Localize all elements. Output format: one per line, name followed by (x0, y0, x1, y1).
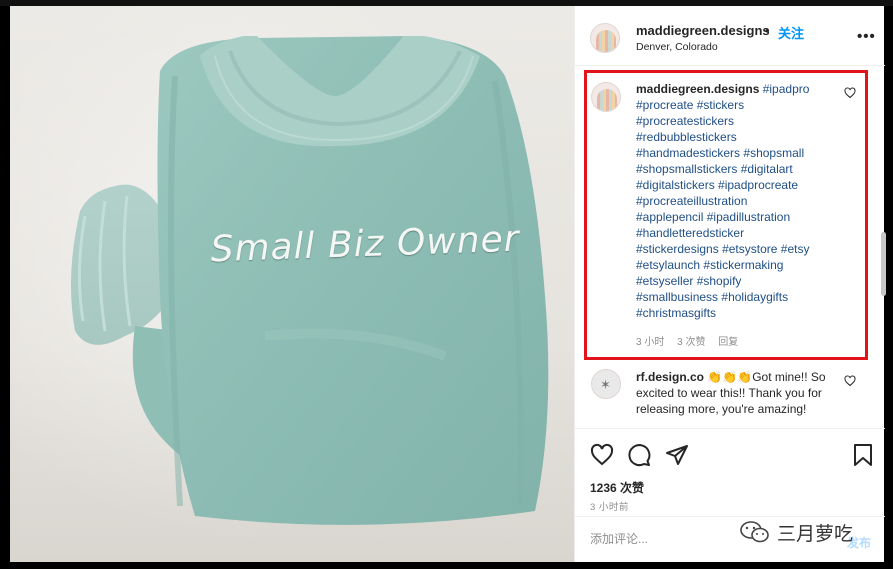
post-actions: 1236 次赞 3 小时前 (575, 428, 885, 513)
author-avatar[interactable] (590, 23, 620, 53)
separator-dot: • (765, 23, 770, 38)
rainbow-arch-icon (596, 30, 616, 52)
hashtag[interactable]: #shopify (697, 274, 742, 288)
hashtag[interactable]: #etsystore (722, 242, 777, 256)
hashtag[interactable]: #ipadillustration (707, 210, 790, 224)
comments-scrollbar[interactable] (881, 232, 886, 296)
clap-emoji-icon: 👏👏👏 (707, 370, 753, 384)
comment-bubble-icon[interactable] (627, 443, 651, 467)
caption-username[interactable]: maddiegreen.designs (636, 82, 759, 96)
rainbow-arch-icon (597, 89, 617, 111)
like-comment-heart-icon[interactable] (844, 375, 856, 387)
hashtag[interactable]: #procreatestickers (636, 114, 734, 128)
wechat-watermark: 三月萝吃 (737, 517, 887, 547)
commenter-avatar[interactable]: ✶ (591, 369, 621, 399)
hashtag[interactable]: #smallbusiness (636, 290, 718, 304)
watermark-text: 三月萝吃 (777, 523, 854, 545)
follow-button[interactable]: 关注 (778, 23, 804, 42)
hashtag[interactable]: #applepencil (636, 210, 703, 224)
hashtag[interactable]: #digitalstickers (636, 178, 715, 192)
post-image[interactable]: Small Biz Owner (10, 6, 574, 562)
hashtag[interactable]: #procreateillustration (636, 194, 747, 208)
caption-text: maddiegreen.designs #ipadpro #procreate … (636, 81, 836, 321)
hashtag[interactable]: #shopsmallstickers (636, 162, 737, 176)
caption-like-count[interactable]: 3 次赞 (677, 337, 705, 348)
hashtag[interactable]: #stickerdesigns (636, 242, 719, 256)
post-location[interactable]: Denver, Colorado (636, 41, 718, 53)
hashtag[interactable]: #digitalart (741, 162, 793, 176)
hashtag[interactable]: #procreate (636, 98, 693, 112)
hashtag[interactable]: #etsylaunch (636, 258, 700, 272)
caption-author-avatar[interactable] (591, 82, 621, 112)
hashtag[interactable]: #etsyseller (636, 274, 693, 288)
post-side-panel: maddiegreen.designs • 关注 Denver, Colorad… (574, 6, 885, 562)
logo-icon: ✶ (600, 377, 611, 392)
like-comment-heart-icon[interactable] (844, 87, 856, 99)
like-heart-icon[interactable] (590, 443, 614, 467)
hashtag[interactable]: #redbubblestickers (636, 130, 737, 144)
caption-time: 3 小时 (636, 337, 665, 348)
hashtag[interactable]: #ipadprocreate (718, 178, 798, 192)
hashtag[interactable]: #etsy (781, 242, 810, 256)
hashtag[interactable]: #handmadestickers (636, 146, 740, 160)
bookmark-icon[interactable] (852, 443, 874, 467)
hashtag[interactable]: #christmasgifts (636, 306, 716, 320)
hashtag[interactable]: #handletteredsticker (636, 226, 744, 240)
post-header: maddiegreen.designs • 关注 Denver, Colorad… (575, 6, 885, 66)
post-time-ago: 3 小时前 (590, 502, 629, 513)
hashtag[interactable]: #shopsmall (743, 146, 804, 160)
screenshot-frame: Small Biz Owner maddiegreen.designs • 关注… (0, 0, 893, 569)
caption-meta: 3 小时 3 次赞 回复 (636, 333, 748, 348)
hashtag[interactable]: #stickermaking (703, 258, 783, 272)
more-options-icon[interactable]: ••• (857, 28, 876, 45)
hashtag[interactable]: #holidaygifts (721, 290, 788, 304)
hashtag[interactable]: #stickers (697, 98, 744, 112)
share-send-icon[interactable] (665, 443, 689, 467)
reply-button[interactable]: 回复 (718, 337, 738, 348)
like-count[interactable]: 1236 次赞 (590, 479, 644, 496)
wechat-logo-icon (740, 521, 769, 543)
comment-text: rf.design.co 👏👏👏Got mine!! So excited to… (636, 369, 836, 429)
author-username[interactable]: maddiegreen.designs (636, 23, 770, 38)
hashtag[interactable]: #ipadpro (763, 82, 810, 96)
commenter-username[interactable]: rf.design.co (636, 370, 704, 384)
sweatshirt-graphic (71, 36, 549, 525)
